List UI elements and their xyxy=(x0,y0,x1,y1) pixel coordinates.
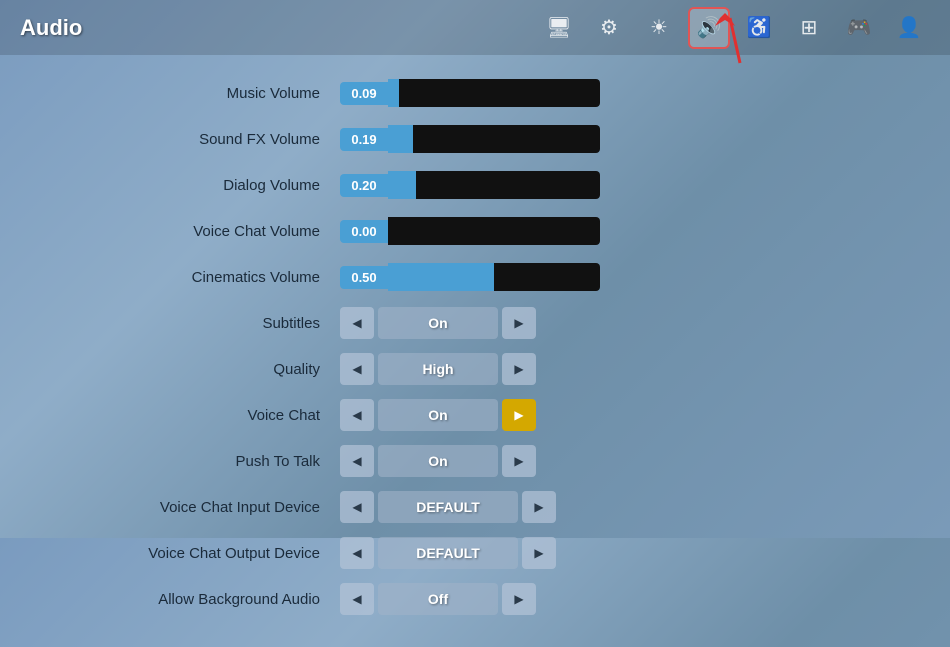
music-volume-label: Music Volume xyxy=(40,85,340,102)
voice-chat-output-selector: ◀ DEFAULT ▶ xyxy=(340,537,556,569)
music-volume-slider[interactable]: 0.09 xyxy=(340,79,600,107)
cinematics-volume-value: 0.50 xyxy=(340,266,388,289)
music-volume-value: 0.09 xyxy=(340,82,388,105)
voice-chat-volume-track[interactable] xyxy=(388,217,600,245)
sound-fx-volume-value: 0.19 xyxy=(340,128,388,151)
voice-chat-label: Voice Chat xyxy=(40,407,340,424)
voice-chat-right-btn[interactable]: ▶ xyxy=(502,399,536,431)
push-to-talk-selector: ◀ On ▶ xyxy=(340,445,536,477)
sound-fx-volume-slider[interactable]: 0.19 xyxy=(340,125,600,153)
push-to-talk-row: Push To Talk ◀ On ▶ xyxy=(40,443,910,479)
push-to-talk-right-btn[interactable]: ▶ xyxy=(502,445,536,477)
voice-chat-output-label: Voice Chat Output Device xyxy=(40,545,340,562)
subtitles-selector: ◀ On ▶ xyxy=(340,307,536,339)
subtitles-value: On xyxy=(378,307,498,339)
voice-chat-value: On xyxy=(378,399,498,431)
allow-background-audio-left-btn[interactable]: ◀ xyxy=(340,583,374,615)
accessibility-icon[interactable]: ♿ xyxy=(738,7,780,49)
account-icon[interactable]: 👤 xyxy=(888,7,930,49)
quality-label: Quality xyxy=(40,361,340,378)
cinematics-volume-label: Cinematics Volume xyxy=(40,269,340,286)
allow-background-audio-right-btn[interactable]: ▶ xyxy=(502,583,536,615)
sound-fx-volume-track[interactable] xyxy=(388,125,600,153)
network-icon[interactable]: ⊞ xyxy=(788,7,830,49)
quality-left-btn[interactable]: ◀ xyxy=(340,353,374,385)
voice-chat-output-row: Voice Chat Output Device ◀ DEFAULT ▶ xyxy=(40,535,910,571)
subtitles-label: Subtitles xyxy=(40,315,340,332)
allow-background-audio-selector: ◀ Off ▶ xyxy=(340,583,536,615)
subtitles-right-btn[interactable]: ▶ xyxy=(502,307,536,339)
allow-background-audio-label: Allow Background Audio xyxy=(40,591,340,608)
voice-chat-input-left-btn[interactable]: ◀ xyxy=(340,491,374,523)
quality-selector: ◀ High ▶ xyxy=(340,353,536,385)
subtitles-row: Subtitles ◀ On ▶ xyxy=(40,305,910,341)
allow-background-audio-value: Off xyxy=(378,583,498,615)
page-title: Audio xyxy=(20,15,82,41)
audio-icon[interactable]: 🔊 xyxy=(688,7,730,49)
voice-chat-input-row: Voice Chat Input Device ◀ DEFAULT ▶ xyxy=(40,489,910,525)
voice-chat-selector: ◀ On ▶ xyxy=(340,399,536,431)
dialog-volume-value: 0.20 xyxy=(340,174,388,197)
voice-chat-input-value: DEFAULT xyxy=(378,491,518,523)
dialog-volume-slider[interactable]: 0.20 xyxy=(340,171,600,199)
brightness-icon[interactable]: ☀ xyxy=(638,7,680,49)
voice-chat-row: Voice Chat ◀ On ▶ xyxy=(40,397,910,433)
voice-chat-volume-slider[interactable]: 0.00 xyxy=(340,217,600,245)
header: Audio 🖥 ⚙ ☀ 🔊 ♿ ⊞ 🎮 👤 xyxy=(0,0,950,55)
nav-bar: 🖥 ⚙ ☀ 🔊 ♿ ⊞ 🎮 👤 xyxy=(538,7,930,49)
monitor-icon[interactable]: 🖥 xyxy=(538,7,580,49)
cinematics-volume-row: Cinematics Volume 0.50 xyxy=(40,259,910,295)
voice-chat-volume-value: 0.00 xyxy=(340,220,388,243)
push-to-talk-label: Push To Talk xyxy=(40,453,340,470)
music-volume-track[interactable] xyxy=(388,79,600,107)
voice-chat-volume-row: Voice Chat Volume 0.00 xyxy=(40,213,910,249)
gamepad-icon[interactable]: 🎮 xyxy=(838,7,880,49)
settings-icon[interactable]: ⚙ xyxy=(588,7,630,49)
voice-chat-input-label: Voice Chat Input Device xyxy=(40,499,340,516)
cinematics-volume-track[interactable] xyxy=(388,263,600,291)
voice-chat-input-selector: ◀ DEFAULT ▶ xyxy=(340,491,556,523)
push-to-talk-value: On xyxy=(378,445,498,477)
quality-row: Quality ◀ High ▶ xyxy=(40,351,910,387)
subtitles-left-btn[interactable]: ◀ xyxy=(340,307,374,339)
push-to-talk-left-btn[interactable]: ◀ xyxy=(340,445,374,477)
sound-fx-volume-label: Sound FX Volume xyxy=(40,131,340,148)
allow-background-audio-row: Allow Background Audio ◀ Off ▶ xyxy=(40,581,910,617)
settings-content: Music Volume 0.09 Sound FX Volume 0.19 D… xyxy=(0,55,950,647)
dialog-volume-label: Dialog Volume xyxy=(40,177,340,194)
cinematics-volume-slider[interactable]: 0.50 xyxy=(340,263,600,291)
voice-chat-input-right-btn[interactable]: ▶ xyxy=(522,491,556,523)
music-volume-row: Music Volume 0.09 xyxy=(40,75,910,111)
voice-chat-left-btn[interactable]: ◀ xyxy=(340,399,374,431)
voice-chat-output-right-btn[interactable]: ▶ xyxy=(522,537,556,569)
quality-value: High xyxy=(378,353,498,385)
dialog-volume-track[interactable] xyxy=(388,171,600,199)
voice-chat-output-value: DEFAULT xyxy=(378,537,518,569)
dialog-volume-row: Dialog Volume 0.20 xyxy=(40,167,910,203)
voice-chat-output-left-btn[interactable]: ◀ xyxy=(340,537,374,569)
sound-fx-volume-row: Sound FX Volume 0.19 xyxy=(40,121,910,157)
quality-right-btn[interactable]: ▶ xyxy=(502,353,536,385)
voice-chat-volume-label: Voice Chat Volume xyxy=(40,223,340,240)
